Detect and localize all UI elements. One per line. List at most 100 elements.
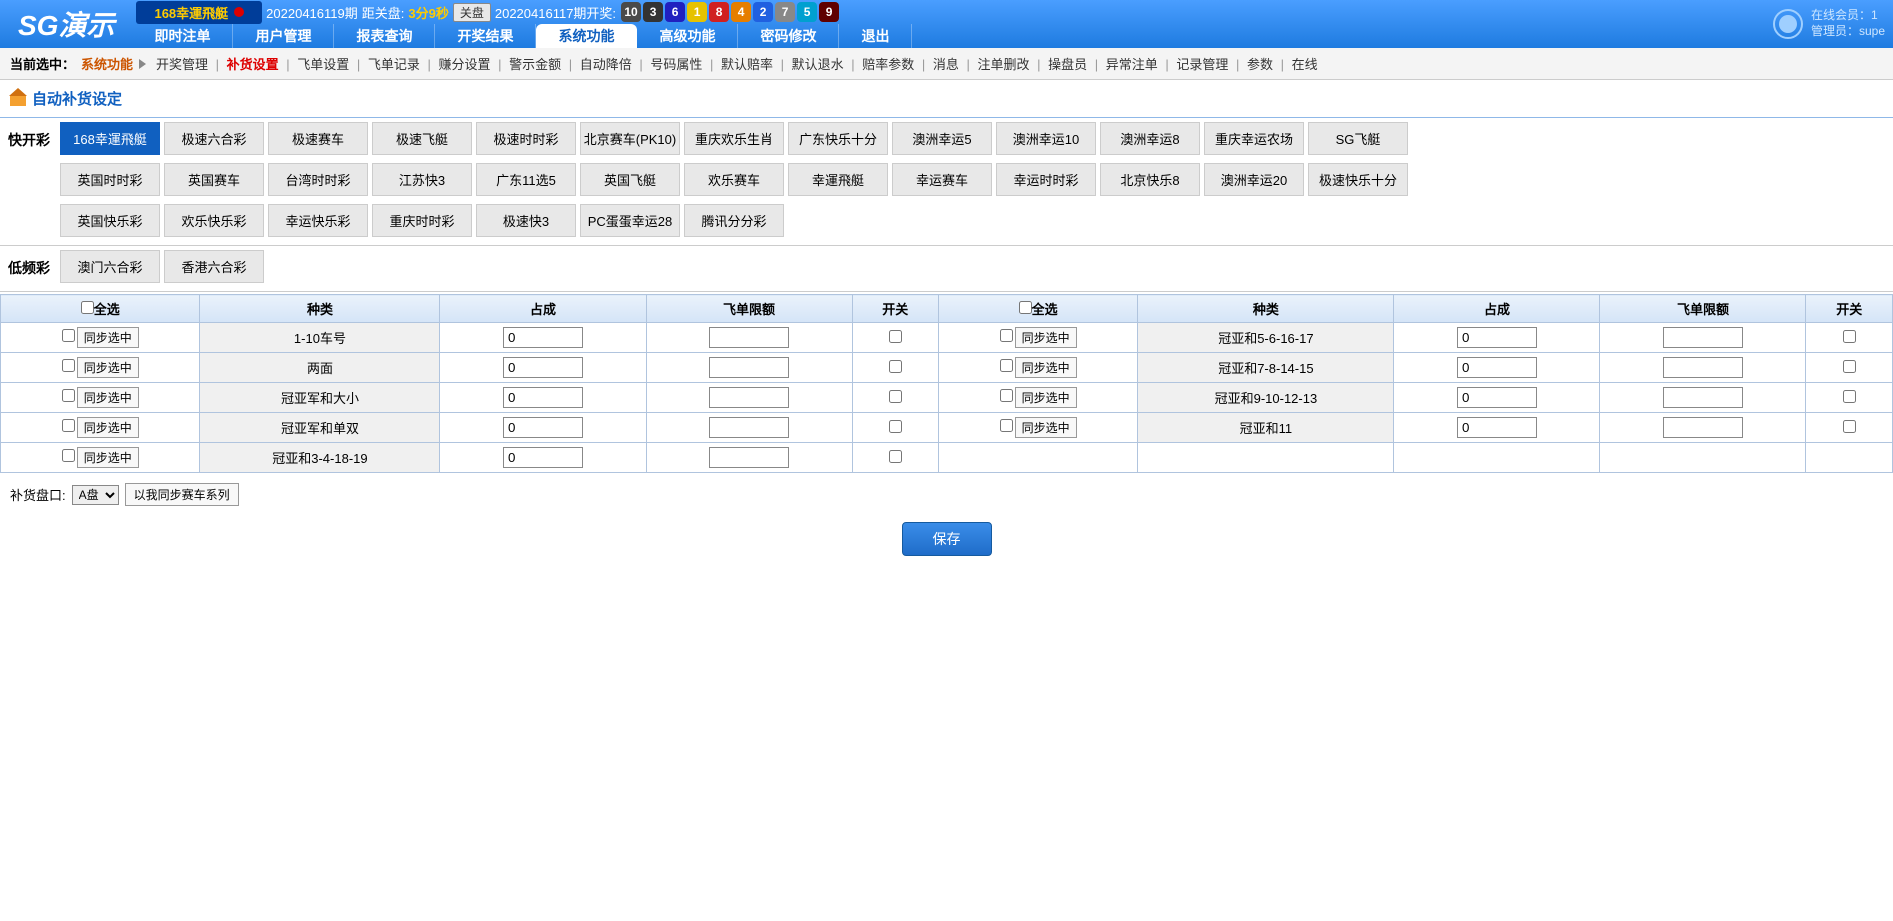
category-btn[interactable]: 英国赛车 [164,163,264,196]
sublink-10[interactable]: 赔率参数 [858,57,918,72]
sublink-2[interactable]: 飞单设置 [293,57,353,72]
category-btn[interactable]: 极速六合彩 [164,122,264,155]
nav-tab-5[interactable]: 高级功能 [637,24,738,48]
category-btn[interactable]: 澳洲幸运8 [1100,122,1200,155]
limit-input[interactable] [709,387,789,408]
category-btn[interactable]: 重庆幸运农场 [1204,122,1304,155]
limit-input[interactable] [709,327,789,348]
pct-input[interactable] [503,357,583,378]
limit-input[interactable] [1663,387,1743,408]
nav-tab-2[interactable]: 报表查询 [334,24,435,48]
check-all-left[interactable] [81,301,94,314]
category-btn[interactable]: 北京快乐8 [1100,163,1200,196]
row-check[interactable] [62,449,75,462]
category-btn[interactable]: 广东11选5 [476,163,576,196]
limit-input[interactable] [709,357,789,378]
category-btn[interactable]: 极速飞艇 [372,122,472,155]
category-btn[interactable]: SG飞艇 [1308,122,1408,155]
pct-input[interactable] [1457,387,1537,408]
sync-select-button[interactable]: 同步选中 [1015,357,1077,378]
sublink-12[interactable]: 注单删改 [974,57,1034,72]
sublink-6[interactable]: 自动降倍 [576,57,636,72]
category-btn[interactable]: 欢乐赛车 [684,163,784,196]
pct-input[interactable] [503,417,583,438]
category-btn[interactable]: 168幸運飛艇 [60,122,160,155]
pct-input[interactable] [503,447,583,468]
row-check[interactable] [62,419,75,432]
category-btn[interactable]: 欢乐快乐彩 [164,204,264,237]
sync-select-button[interactable]: 同步选中 [1015,417,1077,438]
category-btn[interactable]: 澳洲幸运20 [1204,163,1304,196]
category-btn[interactable]: 腾讯分分彩 [684,204,784,237]
category-btn[interactable]: 英国时时彩 [60,163,160,196]
limit-input[interactable] [1663,417,1743,438]
category-btn[interactable]: 极速快3 [476,204,576,237]
save-button[interactable]: 保存 [902,522,992,556]
category-btn[interactable]: 澳洲幸运5 [892,122,992,155]
sublink-4[interactable]: 赚分设置 [435,57,495,72]
limit-input[interactable] [1663,357,1743,378]
category-btn[interactable]: 澳洲幸运10 [996,122,1096,155]
switch-check[interactable] [889,390,902,403]
row-check[interactable] [1000,419,1013,432]
switch-check[interactable] [1843,360,1856,373]
switch-check[interactable] [1843,330,1856,343]
category-btn[interactable]: 澳门六合彩 [60,250,160,283]
nav-tab-7[interactable]: 退出 [839,24,912,48]
sync-select-button[interactable]: 同步选中 [77,387,139,408]
category-btn[interactable]: 幸运赛车 [892,163,992,196]
row-check[interactable] [1000,359,1013,372]
nav-tab-4[interactable]: 系统功能 [536,24,637,48]
switch-check[interactable] [889,420,902,433]
pct-input[interactable] [503,327,583,348]
sublink-13[interactable]: 操盘员 [1044,57,1091,72]
category-btn[interactable]: 幸运时时彩 [996,163,1096,196]
close-button[interactable]: 关盘 [453,3,491,22]
switch-check[interactable] [889,360,902,373]
pct-input[interactable] [1457,417,1537,438]
category-btn[interactable]: 极速赛车 [268,122,368,155]
sublink-5[interactable]: 警示金额 [505,57,565,72]
sync-select-button[interactable]: 同步选中 [77,417,139,438]
pct-input[interactable] [1457,327,1537,348]
pct-input[interactable] [503,387,583,408]
category-btn[interactable]: 极速快乐十分 [1308,163,1408,196]
sublink-11[interactable]: 消息 [929,57,963,72]
sublink-17[interactable]: 在线 [1288,57,1322,72]
limit-input[interactable] [1663,327,1743,348]
category-btn[interactable]: PC蛋蛋幸运28 [580,204,680,237]
sublink-9[interactable]: 默认退水 [788,57,848,72]
sync-select-button[interactable]: 同步选中 [1015,387,1077,408]
switch-check[interactable] [1843,390,1856,403]
row-check[interactable] [62,359,75,372]
sync-select-button[interactable]: 同步选中 [77,447,139,468]
check-all-right[interactable] [1019,301,1032,314]
category-btn[interactable]: 北京赛车(PK10) [580,122,680,155]
category-btn[interactable]: 幸运快乐彩 [268,204,368,237]
nav-tab-1[interactable]: 用户管理 [233,24,334,48]
category-btn[interactable]: 台湾时时彩 [268,163,368,196]
sync-select-button[interactable]: 同步选中 [77,327,139,348]
sublink-15[interactable]: 记录管理 [1172,57,1232,72]
sync-select-button[interactable]: 同步选中 [1015,327,1077,348]
limit-input[interactable] [709,417,789,438]
category-btn[interactable]: 广东快乐十分 [788,122,888,155]
category-btn[interactable]: 重庆时时彩 [372,204,472,237]
category-btn[interactable]: 江苏快3 [372,163,472,196]
sublink-3[interactable]: 飞单记录 [364,57,424,72]
category-btn[interactable]: 极速时时彩 [476,122,576,155]
row-check[interactable] [1000,389,1013,402]
sublink-7[interactable]: 号码属性 [646,57,706,72]
sublink-8[interactable]: 默认赔率 [717,57,777,72]
sublink-16[interactable]: 参数 [1243,57,1277,72]
sublink-14[interactable]: 异常注单 [1102,57,1162,72]
nav-tab-0[interactable]: 即时注单 [132,24,233,48]
category-btn[interactable]: 香港六合彩 [164,250,264,283]
sublink-0[interactable]: 开奖管理 [152,57,212,72]
category-btn[interactable]: 英国快乐彩 [60,204,160,237]
limit-input[interactable] [709,447,789,468]
switch-check[interactable] [889,450,902,463]
nav-tab-3[interactable]: 开奖结果 [435,24,536,48]
pct-input[interactable] [1457,357,1537,378]
category-btn[interactable]: 英国飞艇 [580,163,680,196]
